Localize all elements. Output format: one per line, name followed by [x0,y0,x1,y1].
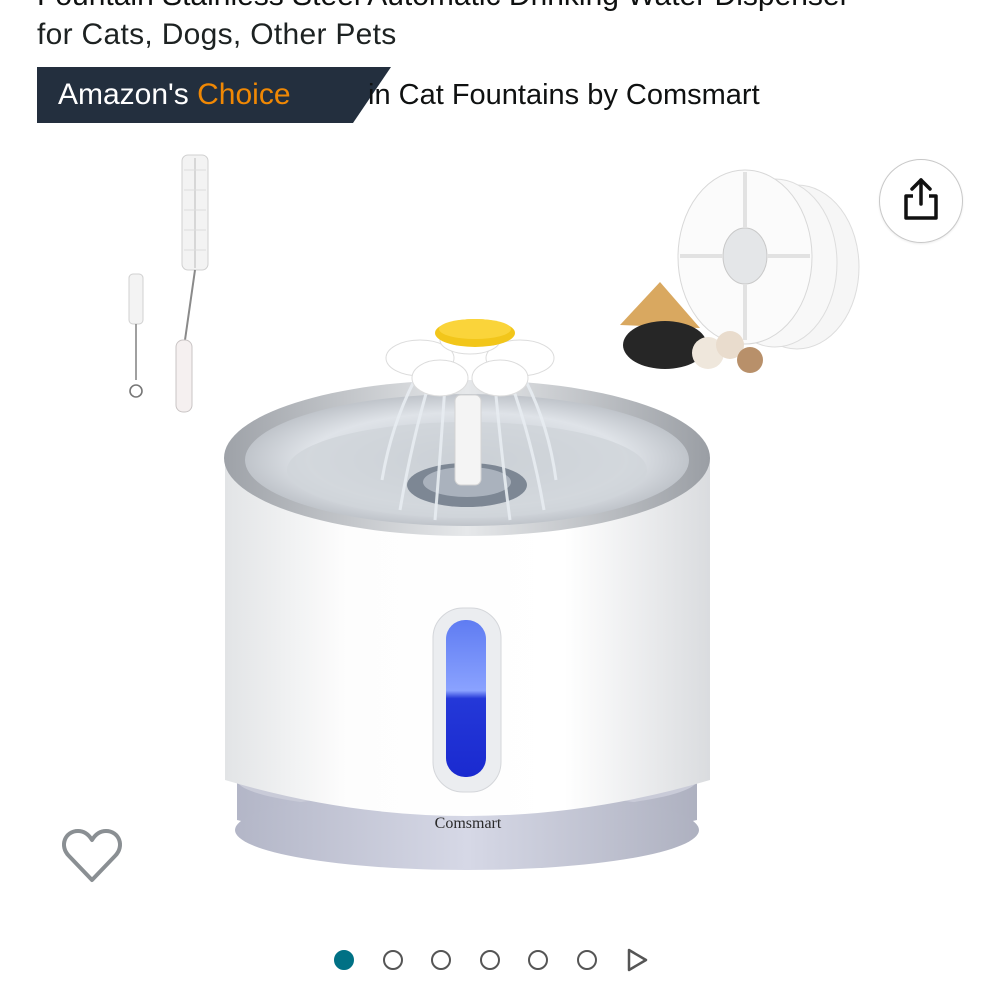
amazons-choice-row: Amazon's Choice in Cat Fountains by Coms… [37,67,937,123]
badge-prefix: Amazon's [58,78,189,111]
carousel-dot-5[interactable] [528,950,548,970]
heart-outline-icon [60,829,124,890]
cleaning-brushes-illustration [128,154,209,413]
carousel-dot-3[interactable] [431,950,451,970]
carousel-dot-2[interactable] [382,950,403,970]
image-carousel-dots [334,944,651,976]
carousel-dot-1[interactable] [334,950,354,970]
product-image[interactable]: Comsmart [100,140,900,900]
product-title-line1: Fountain Stainless Steel Automatic Drink… [37,0,967,14]
carousel-dot-6[interactable] [576,950,597,970]
badge-context: in Cat Fountains by Comsmart [368,79,760,111]
carousel-dot-4[interactable] [479,950,500,970]
badge-highlight: Choice [197,78,291,111]
share-icon [899,176,943,227]
wishlist-button[interactable] [60,826,124,886]
filters-illustration [620,169,860,373]
play-triangle-icon[interactable] [625,947,651,973]
product-title-line2: for Cats, Dogs, Other Pets [37,18,397,51]
amazons-choice-badge[interactable]: Amazon's Choice [37,67,353,123]
share-button[interactable] [879,159,963,243]
brand-mark: Comsmart [435,815,502,832]
